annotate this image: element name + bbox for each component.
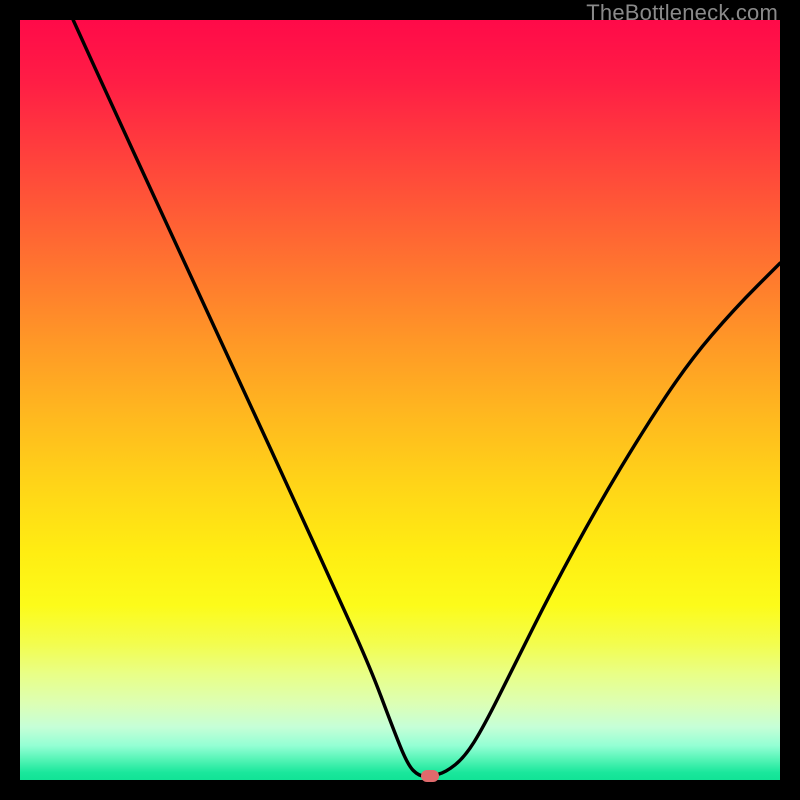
optimal-point-marker: [421, 770, 439, 782]
plot-area: [20, 20, 780, 780]
curve-svg: [20, 20, 780, 780]
bottleneck-curve: [73, 20, 780, 776]
chart-frame: TheBottleneck.com: [0, 0, 800, 800]
watermark-text: TheBottleneck.com: [586, 0, 778, 26]
